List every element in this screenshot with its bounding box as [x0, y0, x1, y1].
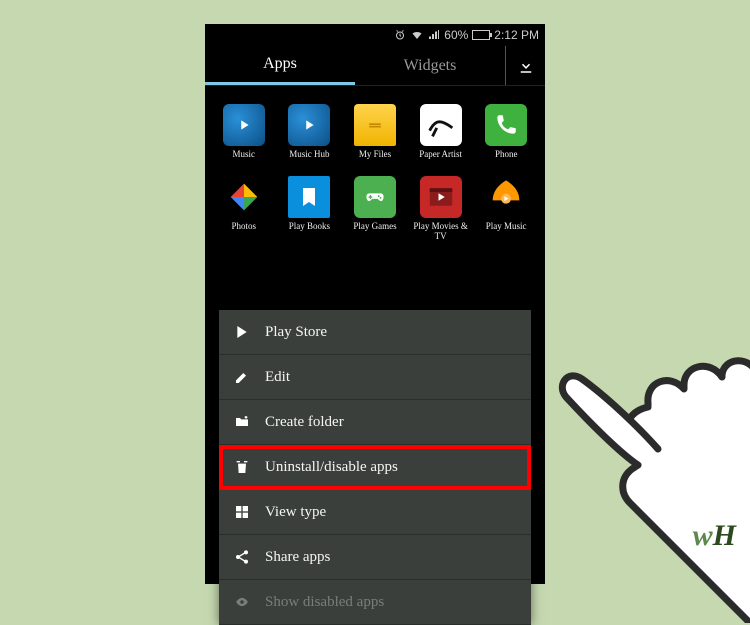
- music-hub-icon: [288, 104, 330, 146]
- downloads-button[interactable]: [505, 46, 545, 85]
- app-paper-artist[interactable]: Paper Artist: [408, 104, 474, 170]
- wikihow-logo: wH: [693, 519, 736, 553]
- menu-uninstall-disable[interactable]: Uninstall/disable apps: [219, 445, 531, 490]
- play-store-icon: [233, 323, 251, 341]
- play-music-icon: [485, 176, 527, 218]
- alarm-icon: [394, 29, 406, 41]
- play-games-icon: [354, 176, 396, 218]
- app-label: Play Music: [486, 222, 527, 242]
- app-play-movies[interactable]: Play Movies & TV: [408, 176, 474, 242]
- app-label: Phone: [495, 150, 518, 170]
- app-phone[interactable]: Phone: [473, 104, 539, 170]
- grid-icon: [233, 503, 251, 521]
- app-label: Play Books: [289, 222, 330, 242]
- menu-label: Edit: [265, 369, 290, 386]
- app-grid: Music Music Hub My Files Paper Artist Ph…: [205, 86, 545, 248]
- app-photos[interactable]: Photos: [211, 176, 277, 242]
- app-play-games[interactable]: Play Games: [342, 176, 408, 242]
- menu-label: Play Store: [265, 324, 327, 341]
- app-label: Photos: [232, 222, 257, 242]
- app-my-files[interactable]: My Files: [342, 104, 408, 170]
- battery-pct: 60%: [444, 28, 468, 42]
- tab-apps[interactable]: Apps: [205, 46, 355, 85]
- logo-w: w: [693, 519, 713, 552]
- tab-widgets-label: Widgets: [404, 57, 457, 75]
- menu-label: View type: [265, 504, 326, 521]
- clock-time: 2:12 PM: [494, 28, 539, 42]
- menu-play-store[interactable]: Play Store: [219, 310, 531, 355]
- app-label: My Files: [359, 150, 391, 170]
- eye-icon: [233, 593, 251, 611]
- wifi-icon: [410, 29, 424, 41]
- app-play-books[interactable]: Play Books: [277, 176, 343, 242]
- menu-view-type[interactable]: View type: [219, 490, 531, 535]
- status-bar: 60% 2:12 PM: [205, 24, 545, 46]
- photos-icon: [223, 176, 265, 218]
- app-label: Play Games: [353, 222, 396, 242]
- folder-plus-icon: [233, 413, 251, 431]
- app-music-hub[interactable]: Music Hub: [277, 104, 343, 170]
- app-label: Music Hub: [289, 150, 329, 170]
- signal-icon: [428, 29, 440, 41]
- menu-create-folder[interactable]: Create folder: [219, 400, 531, 445]
- phone-screen: 60% 2:12 PM Apps Widgets Music Music Hub: [205, 24, 545, 584]
- menu-label: Uninstall/disable apps: [265, 459, 398, 476]
- menu-edit[interactable]: Edit: [219, 355, 531, 400]
- download-icon: [517, 57, 535, 75]
- app-label: Paper Artist: [419, 150, 462, 170]
- menu-show-disabled: Show disabled apps: [219, 580, 531, 625]
- paper-artist-icon: [420, 104, 462, 146]
- app-play-music[interactable]: Play Music: [473, 176, 539, 242]
- share-icon: [233, 548, 251, 566]
- trash-icon: [233, 458, 251, 476]
- play-movies-icon: [420, 176, 462, 218]
- phone-icon: [485, 104, 527, 146]
- battery-icon: [472, 30, 490, 40]
- menu-label: Create folder: [265, 414, 344, 431]
- play-books-icon: [288, 176, 330, 218]
- tab-widgets[interactable]: Widgets: [355, 46, 505, 85]
- tab-bar: Apps Widgets: [205, 46, 545, 86]
- menu-share-apps[interactable]: Share apps: [219, 535, 531, 580]
- logo-h: H: [713, 519, 736, 552]
- tab-apps-label: Apps: [263, 55, 297, 73]
- app-music[interactable]: Music: [211, 104, 277, 170]
- context-menu: Play Store Edit Create folder Uninstall/…: [219, 310, 531, 625]
- app-label: Play Movies & TV: [408, 222, 474, 242]
- app-label: Music: [233, 150, 256, 170]
- folder-icon: [354, 104, 396, 146]
- pencil-icon: [233, 368, 251, 386]
- music-icon: [223, 104, 265, 146]
- menu-label: Show disabled apps: [265, 594, 384, 611]
